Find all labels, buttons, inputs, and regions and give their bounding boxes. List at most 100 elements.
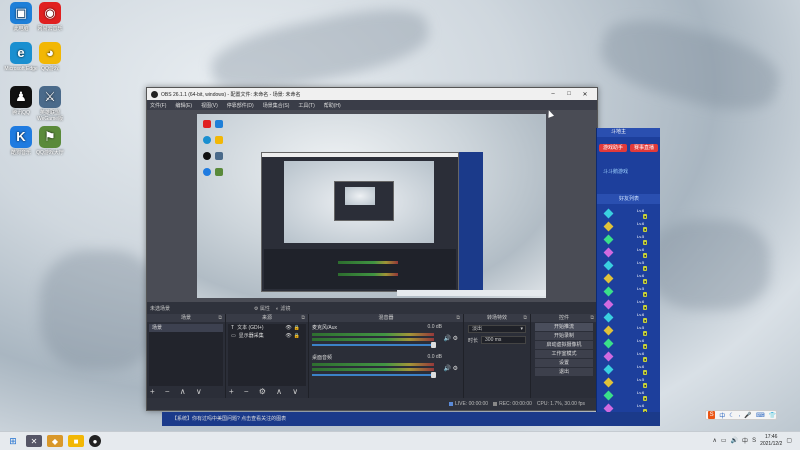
sources-dock: 来源 ⧉ T 文本 (GDI+) 👁🔒 ▭ 显示器采集 👁🔒 + − ⚙ ∧ ∨ [226,314,308,398]
status-badge-icon: ● [643,240,648,245]
dock-float-icon[interactable]: ⧉ [456,314,460,322]
system-ticker: 【系统】你有过吗中美国问题? 点击查看关注的图表 [162,412,660,426]
properties-button[interactable]: ⚙ 属性 [254,305,270,312]
close-icon[interactable]: ✕ [577,91,593,98]
friend-row[interactable]: Lv.5 ● [599,260,659,272]
control-button[interactable]: 启动虚拟摄像机 [535,341,593,349]
sources-toolbar[interactable]: + − ⚙ ∧ ∨ [229,387,302,396]
nested-taskbar [397,290,546,296]
maximize-icon[interactable]: □ [561,91,577,97]
scene-bar: 未选场景 ⚙ 属性 ◐ 滤镜 [147,302,597,314]
live-match-button[interactable]: 赛事直播 [630,144,658,152]
slider-handle[interactable] [431,342,436,348]
gear-icon[interactable]: ⚙ [453,336,458,342]
desktop-shortcut[interactable]: ◕ QQ游戏 [30,42,70,72]
filters-button[interactable]: ◐ 滤镜 [276,305,290,312]
level-meter [312,368,434,371]
ime-mode[interactable]: 中 [719,411,725,420]
taskbar-obs-icon[interactable]: ● [89,435,101,447]
friend-level: Lv.5 [637,286,645,291]
desktop-shortcut[interactable]: ◉ 网易云音乐 [30,2,70,32]
friend-row[interactable]: Lv.6● [599,221,659,233]
friend-row[interactable]: Lv.6● [599,390,659,402]
menu-item[interactable]: 停靠部件(D) [227,102,254,109]
friend-row[interactable]: Lv.6● [599,338,659,350]
visibility-lock-icon[interactable]: 👁🔒 [285,332,302,340]
taskbar-app-icon[interactable]: ■ [68,435,84,447]
visibility-lock-icon[interactable]: 👁🔒 [285,324,302,332]
friend-level: Lv.6 [637,403,645,408]
game-assistant-button[interactable]: 游戏助手 [599,144,627,152]
menu-item[interactable]: 帮助(H) [324,102,341,109]
friend-row[interactable]: Lv.6● [599,299,659,311]
friend-row[interactable]: Lv.6● [599,247,659,259]
tray-up-icon[interactable]: ∧ [712,437,716,444]
friend-row[interactable]: Lv.6● [599,312,659,324]
friend-row[interactable]: Lv.6● [599,208,659,220]
volume-slider[interactable] [312,342,436,348]
friend-row[interactable]: Lv.5 ● [599,234,659,246]
control-button[interactable]: 工作室模式 [535,350,593,358]
start-icon[interactable]: ⊞ [5,435,21,447]
taskbar-app-icon[interactable]: ◆ [47,435,63,447]
obs-window[interactable]: OBS 26.1.1 (64-bit, windows) - 配置文件: 未命名… [146,87,598,411]
menu-item[interactable]: 工具(T) [298,102,314,109]
skin-icon[interactable]: 👕 [769,412,776,419]
transition-select[interactable]: 淡出 ▾ [468,325,526,333]
speaker-icon[interactable]: 🔊 [443,336,450,342]
rank-gem-icon [603,364,614,375]
desktop-shortcut[interactable]: ⚑ QQ游戏大厅 [30,126,70,156]
ime-tray-icon[interactable]: S [752,438,756,444]
channel-level: 0.0 dB [427,354,442,360]
scenes-list[interactable]: 场景 [149,324,223,386]
slider-handle[interactable] [431,372,436,378]
friend-level: Lv.6 [637,390,645,395]
dock-float-icon[interactable]: ⧉ [590,314,594,322]
volume-icon[interactable]: 🔊 [731,437,738,444]
control-button[interactable]: 设置 [535,359,593,367]
clock[interactable]: 17:46 2021/12/2 [760,434,782,447]
obs-titlebar[interactable]: OBS 26.1.1 (64-bit, windows) - 配置文件: 未命名… [147,88,597,100]
dock-float-icon[interactable]: ⧉ [218,314,222,322]
dock-float-icon[interactable]: ⧉ [523,314,527,322]
tray-language[interactable]: 中 [742,436,748,445]
microphone-icon[interactable]: 🎤 [744,412,751,419]
keyboard-icon[interactable]: ⌨ [756,412,765,419]
friend-row[interactable]: Lv.5 ● [599,286,659,298]
punctuation-icon[interactable]: , [739,412,741,418]
taskbar-app-icon[interactable]: ✕ [26,435,42,447]
desktop-shortcut[interactable]: ⚔ 英雄联盟 WeGame版 [30,86,70,122]
gear-icon[interactable]: ⚙ [453,366,458,372]
sources-list[interactable]: T 文本 (GDI+) 👁🔒 ▭ 显示器采集 👁🔒 [228,324,306,386]
speaker-icon[interactable]: 🔊 [443,366,450,372]
scenes-toolbar[interactable]: + − ∧ ∨ [150,387,206,396]
friend-row[interactable]: Lv.6● [599,273,659,285]
game-section-label: 斗斗鹅游戏 [603,169,629,175]
control-button[interactable]: 开始推流 [535,323,593,331]
menu-item[interactable]: 编辑(E) [175,102,192,109]
menu-item[interactable]: 场景集合(S) [263,102,290,109]
notification-icon[interactable]: ▢ [786,437,792,444]
control-button[interactable]: 开始录制 [535,332,593,340]
menu-item[interactable]: 视图(V) [201,102,218,109]
friend-row[interactable]: Lv.6● [599,364,659,376]
source-item[interactable]: T 文本 (GDI+) 👁🔒 [228,324,306,332]
nested-edge-icon [203,136,211,144]
ime-toolbar[interactable]: S 中 ☾ , 🎤 ⌨ 👕 [705,410,777,420]
scene-item[interactable]: 场景 [149,324,223,332]
friend-row[interactable]: Lv.6● [599,351,659,363]
network-icon[interactable]: ▭ [721,437,727,444]
friend-row[interactable]: Lv.5 ● [599,325,659,337]
duration-input[interactable]: 300 ms [481,336,526,344]
moon-icon[interactable]: ☾ [729,412,734,419]
source-item[interactable]: ▭ 显示器采集 👁🔒 [228,332,306,340]
volume-slider[interactable] [312,372,436,378]
dock-float-icon[interactable]: ⧉ [301,314,305,322]
minimize-icon[interactable]: – [545,91,561,97]
chevron-down-icon: ▾ [520,326,523,332]
menu-item[interactable]: 文件(F) [150,102,166,109]
control-button[interactable]: 退出 [535,368,593,376]
game-panel[interactable]: 斗地主 游戏助手 赛事直播 斗斗鹅游戏 好友列表 Lv.6 ● Lv.6 ● Lv.5 ●… [596,128,660,426]
preview-canvas[interactable] [197,114,546,298]
friend-row[interactable]: Lv.5 ● [599,377,659,389]
